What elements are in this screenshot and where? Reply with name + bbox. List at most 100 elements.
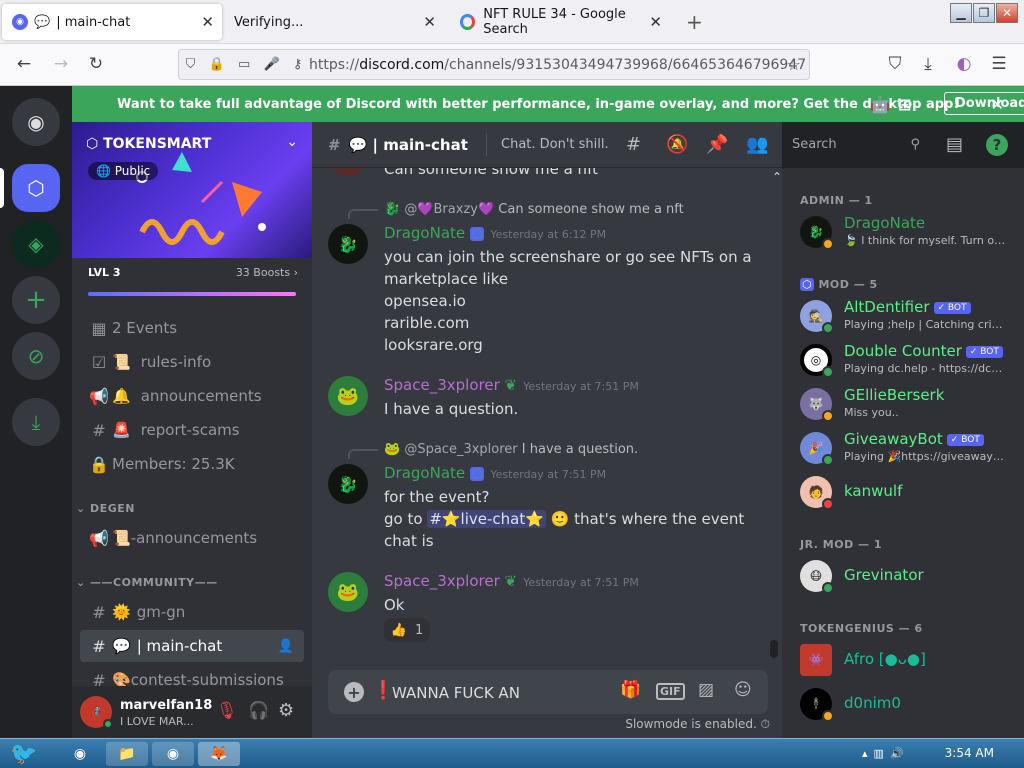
download-button[interactable]: Download [944, 92, 1024, 115]
avatar[interactable]: 🐸 [328, 376, 368, 416]
category-community[interactable]: ⌄ ——COMMUNITY—— [76, 576, 218, 589]
channel-mention-link[interactable]: #⭐live-chat⭐ [427, 510, 546, 528]
message-author[interactable]: Space_3xplorer ❦ Yesterday at 7:51 PM [384, 376, 639, 394]
reply-preview[interactable]: 🐉 @💜Braxzy💜 Can someone show me a nft [384, 202, 684, 217]
close-tab-icon[interactable]: ✕ [649, 13, 662, 31]
avatar[interactable]: 🐉 [328, 224, 368, 264]
sticker-icon[interactable]: ▨ [698, 680, 714, 700]
menu-icon[interactable]: ☰ [988, 54, 1010, 74]
chevron-down-icon[interactable]: ⌄ [286, 134, 298, 150]
discord-home-icon[interactable]: ◉ [12, 98, 60, 146]
reload-icon[interactable]: ↻ [85, 54, 107, 74]
download-apps-icon[interactable]: ⤓ [12, 398, 60, 446]
member-item[interactable]: 🐉 DragoNate 🍃 I think for myself. Turn o… [798, 212, 1020, 254]
channel-report-scams[interactable]: # 🚨 report-scams [80, 414, 304, 446]
message-author[interactable]: DragoNate ⬡ Yesterday at 6:12 PM [384, 224, 606, 242]
member-count[interactable]: 🔒 Members: 25.3K [80, 448, 304, 480]
avatar[interactable]: 🐉 [328, 464, 368, 504]
member-item[interactable]: 👾 Afro [●ᴗ●] [798, 640, 1020, 682]
camera-icon[interactable]: ▭ [238, 57, 250, 72]
close-tab-icon[interactable]: ✕ [201, 13, 214, 31]
scroll-up-icon[interactable]: ⌃ [772, 170, 782, 184]
window-close-button[interactable]: ✕ [996, 3, 1018, 23]
bot-tag: ✓ BOT [933, 301, 971, 314]
notification-muted-icon[interactable]: 🔕 [666, 134, 688, 155]
browser-tab-verifying[interactable]: Verifying... ✕ [224, 4, 444, 40]
mic-muted-icon[interactable]: 🎤 [263, 57, 279, 72]
member-name: GEllieBerserk [844, 386, 945, 404]
channel-main-chat[interactable]: # 💬 | main-chat 👤 [80, 630, 304, 662]
tokensmart-server-icon[interactable]: ⬡ [12, 164, 60, 212]
category-degen[interactable]: ⌄ DEGEN [76, 502, 135, 515]
browser-tab-google-search[interactable]: NFT RULE 34 - Google Search ✕ [450, 4, 670, 40]
scrollbar-thumb[interactable] [770, 640, 778, 658]
member-item[interactable]: 🧑 kanwulf [798, 472, 1020, 514]
lock-icon[interactable]: 🔒 [209, 57, 225, 72]
inbox-icon[interactable]: ▤ [946, 134, 963, 155]
headphones-icon[interactable]: 🎧 [248, 701, 269, 721]
avatar[interactable]: 🐸 [328, 572, 368, 612]
threads-icon[interactable]: # [626, 134, 641, 155]
emoji-picker-icon[interactable]: ☺ [734, 680, 752, 700]
member-item[interactable]: 😷 Grevinator [798, 556, 1020, 598]
header-divider [486, 134, 487, 156]
close-banner-icon[interactable]: ✕ [991, 95, 1004, 114]
member-item[interactable]: 🕴 d0nim0 [798, 684, 1020, 726]
close-tab-icon[interactable]: ✕ [423, 13, 436, 31]
server-icon-green[interactable]: ◈ [12, 220, 60, 268]
boost-level[interactable]: LVL 3 33 Boosts › [88, 266, 298, 282]
message-author[interactable]: DragoNate ⬡ Yesterday at 7:51 PM [384, 464, 606, 482]
message-input[interactable] [392, 683, 582, 703]
explorer-taskbar-icon[interactable]: 📁 [106, 742, 148, 766]
explore-compass-icon[interactable]: ⊘ [12, 332, 60, 380]
clock[interactable]: 3:54 AM [945, 746, 994, 760]
reaction-button[interactable]: 👍 1 [384, 618, 430, 642]
gift-icon[interactable]: 🎁 [620, 680, 641, 700]
browser-tab-main-chat[interactable]: ◉ 💬 | main-chat ✕ [2, 4, 222, 40]
channel-announcements[interactable]: 📢 🔔 announcements [80, 380, 304, 412]
channel-degen-announcements[interactable]: 📢 📜 -announcements [80, 522, 304, 554]
server-banner[interactable]: ⬡ TOKENSMART 🌐 Public ⌄ [72, 122, 312, 258]
browser-navbar: ← → ↻ ⛉ 🔒 ▭ 🎤 ⚷ https://discord.com/chan… [0, 44, 1024, 86]
chrome-taskbar-icon[interactable]: ◉ [64, 742, 96, 766]
search-input[interactable]: Search ⚲ [786, 133, 926, 157]
chrome-taskbar-button[interactable]: ◉ [152, 742, 194, 766]
downloads-icon[interactable]: ⤓ [917, 54, 939, 74]
volume-icon[interactable]: 🔊 [890, 747, 904, 760]
forward-arrow-icon[interactable]: → [50, 54, 72, 74]
back-arrow-icon[interactable]: ← [13, 54, 35, 74]
gif-icon[interactable]: GIF [656, 683, 685, 700]
settings-gear-icon[interactable]: ⚙ [278, 700, 294, 721]
help-icon[interactable]: ? [986, 134, 1008, 156]
channel-topic[interactable]: Chat. Don't shill. [501, 137, 609, 152]
member-item[interactable]: ◎ Double Counter ✓ BOT Playing dc.help - … [798, 340, 1020, 382]
pocket-icon[interactable]: ⛉ [884, 54, 906, 74]
network-icon[interactable]: ▥ [874, 747, 884, 760]
pinned-messages-icon[interactable]: 📌 [706, 134, 728, 155]
invite-user-icon[interactable]: 👤 [278, 639, 294, 654]
channel-events[interactable]: ▦ 2 Events [80, 312, 304, 344]
new-tab-button[interactable]: + [686, 10, 703, 34]
restore-button[interactable]: ❐ [973, 3, 995, 23]
url-bar[interactable]: ⛉ 🔒 ▭ 🎤 ⚷ https://discord.com/channels/9… [178, 49, 810, 80]
member-item[interactable]: 🎉 GiveawayBot ✓ BOT Playing 🎉https://give… [798, 428, 1020, 470]
account-icon[interactable]: ◐ [953, 54, 975, 74]
message-author[interactable]: Space_3xplorer ❦ Yesterday at 7:51 PM [384, 572, 639, 590]
start-button[interactable]: 🐦 [2, 742, 46, 767]
shield-icon[interactable]: ⛉ [186, 57, 196, 72]
member-item[interactable]: 🐺 GEllieBerserk Miss you.. [798, 384, 1020, 426]
megaphone-icon: 📢 [89, 528, 109, 548]
member-list-icon[interactable]: 👥 [746, 134, 768, 155]
channel-rules-info[interactable]: ☑ 📜 rules-info [80, 346, 304, 378]
bookmark-star-icon[interactable]: ☆ [787, 55, 801, 74]
reply-preview[interactable]: 🐸 @Space_3xplorer I have a question. [384, 442, 638, 457]
channel-gm-gn[interactable]: # 🌞 gm-gn [80, 596, 304, 628]
minimize-button[interactable]: ▁ [950, 3, 972, 23]
tray-arrow-icon[interactable]: ▴ [862, 747, 868, 760]
firefox-taskbar-button[interactable]: 🦊 [198, 742, 240, 766]
mic-muted-icon[interactable]: 🎙 [216, 701, 238, 721]
add-server-icon[interactable]: + [12, 276, 60, 324]
member-item[interactable]: 🕵 AltDentifier ✓ BOT Playing ;help | Catc… [798, 296, 1020, 338]
attach-plus-icon[interactable]: + [344, 682, 364, 702]
key-icon[interactable]: ⚷ [293, 57, 303, 72]
